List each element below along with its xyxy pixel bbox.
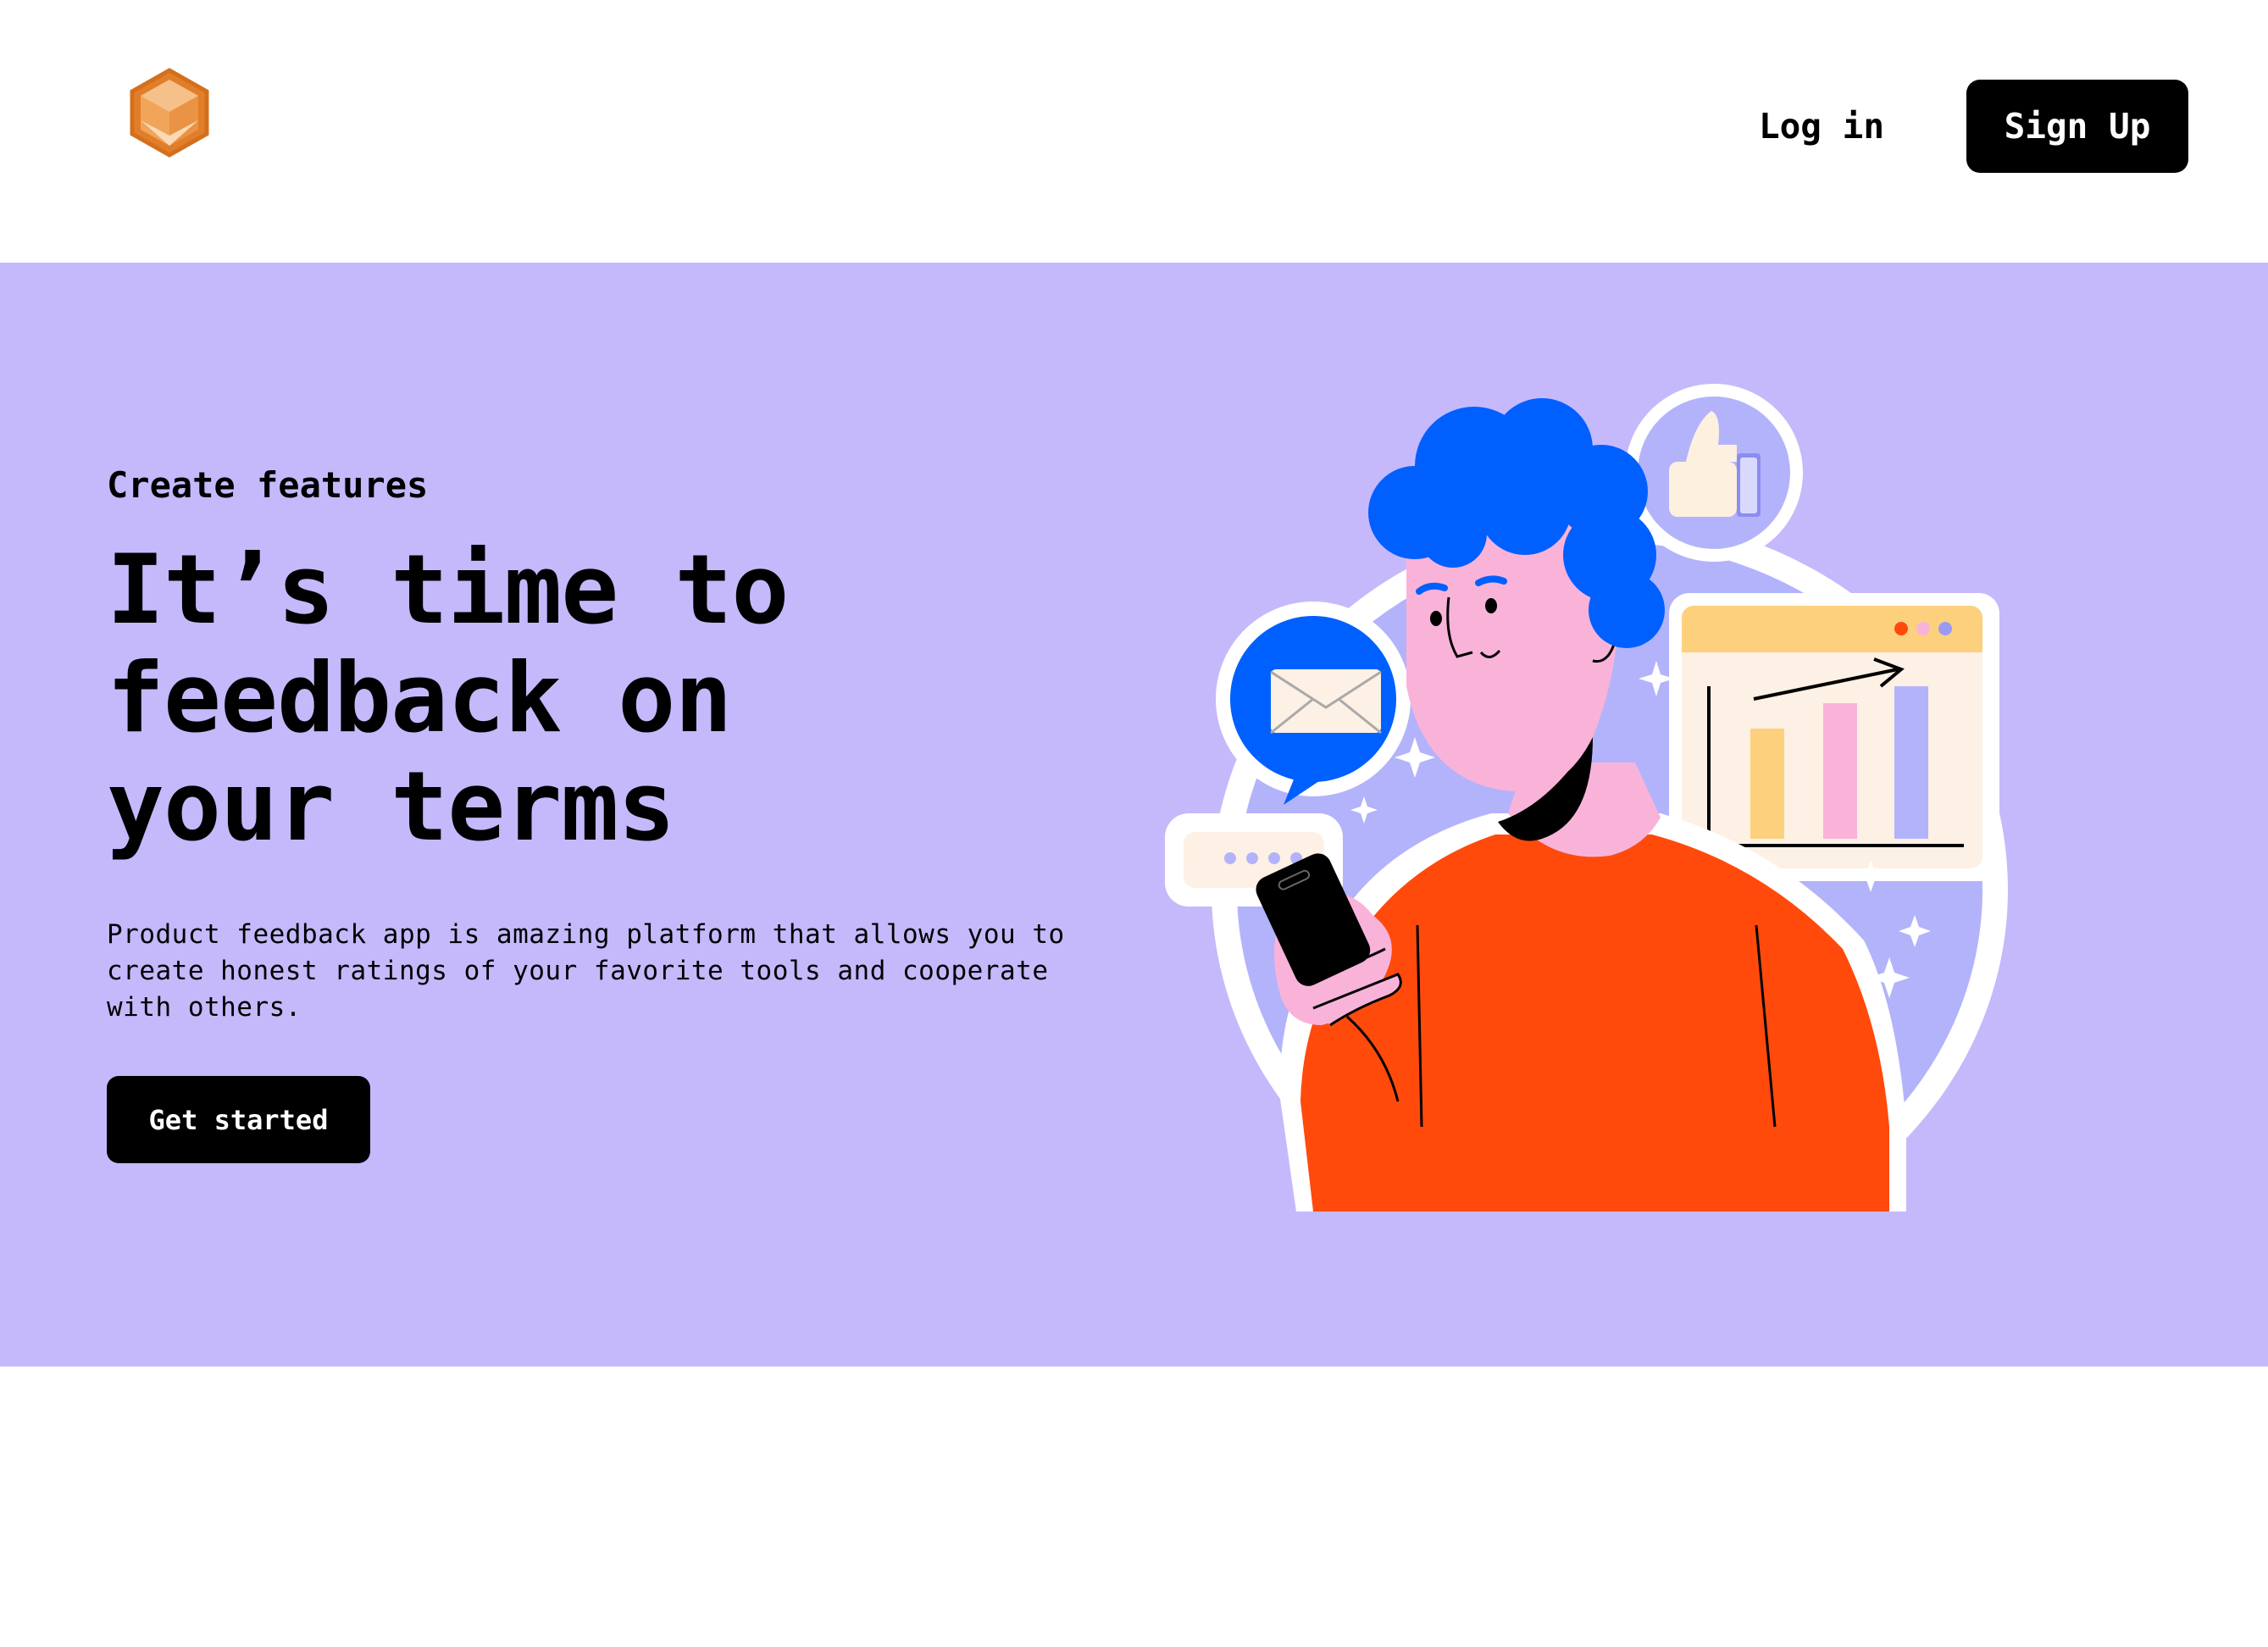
page: Log in Sign Up Create features It’s time…: [0, 0, 2268, 1647]
hero-section: Create features It’s time to feedback on…: [0, 263, 2268, 1367]
get-started-button[interactable]: Get started: [107, 1076, 370, 1163]
hero-eyebrow: Create features: [107, 464, 429, 506]
top-navbar: Log in Sign Up: [0, 0, 2268, 263]
login-link[interactable]: Log in: [1728, 80, 1915, 173]
below-hero-section: [0, 1367, 2268, 1647]
hero-description: Product feedback app is amazing platform…: [107, 919, 1065, 1023]
person-with-phone-illustration: [1152, 364, 2016, 1262]
hero-title: It’s time to feedback on your terms: [107, 534, 789, 862]
hexagon-logo-icon[interactable]: [129, 68, 210, 158]
signup-button[interactable]: Sign Up: [1966, 80, 2188, 173]
